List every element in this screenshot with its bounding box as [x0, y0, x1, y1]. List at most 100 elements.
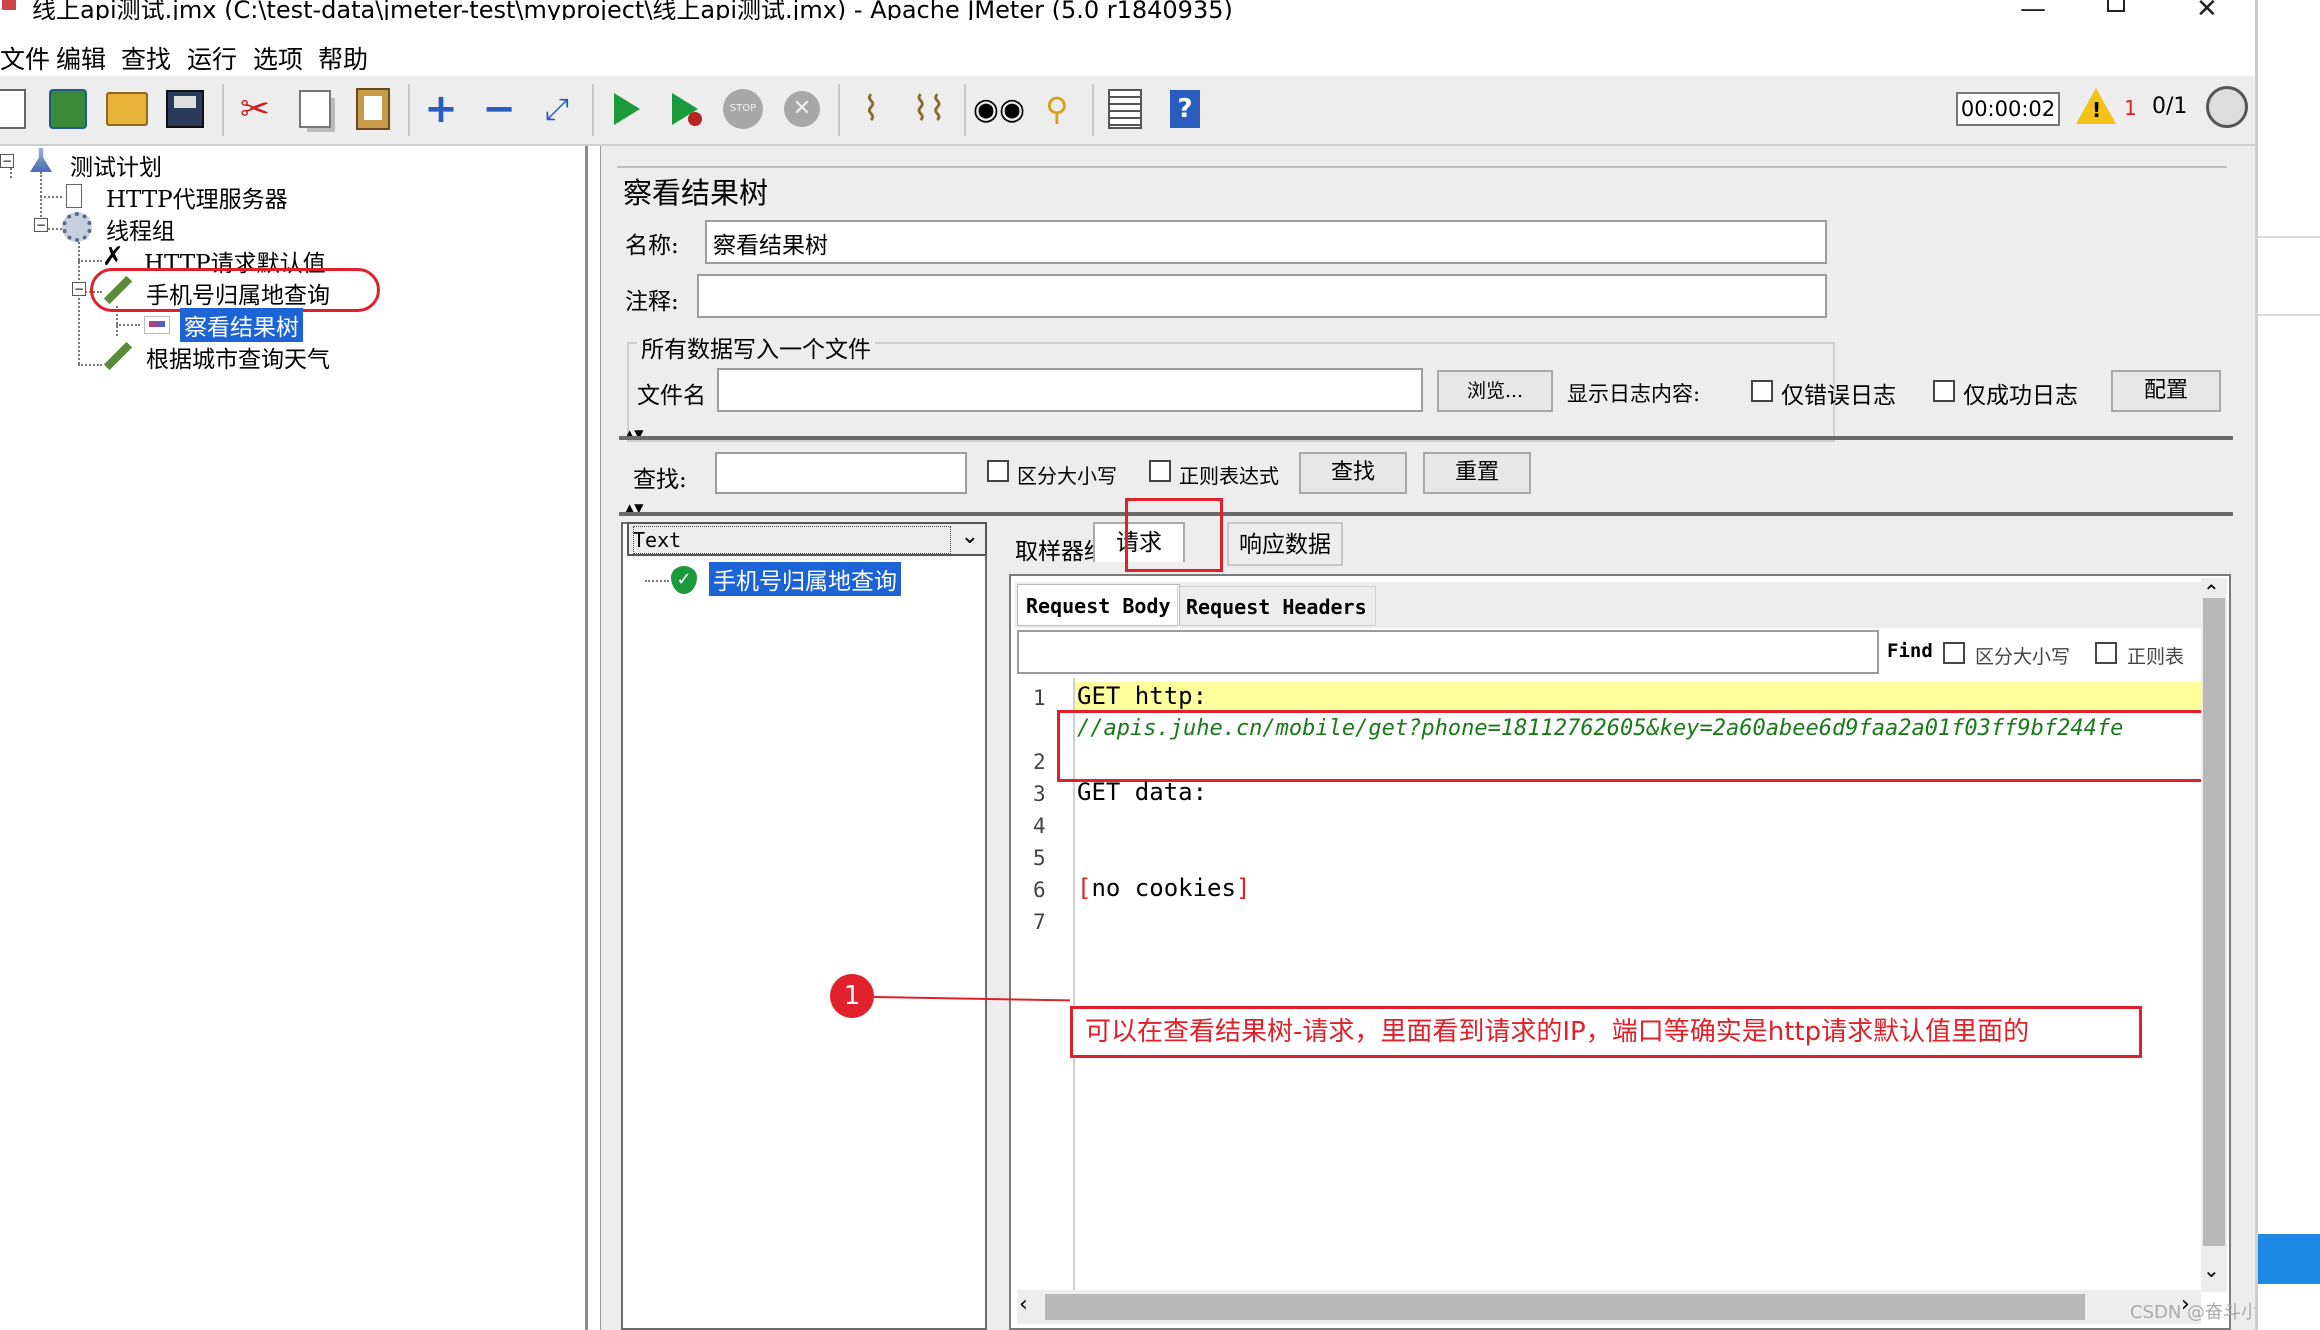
- browse-button[interactable]: 浏览...: [1437, 370, 1553, 412]
- vertical-scroll-thumb[interactable]: [2203, 598, 2225, 1246]
- name-field[interactable]: 察看结果树: [705, 220, 1827, 264]
- tree-item-test-plan[interactable]: 测试计划: [70, 148, 162, 182]
- scroll-down-icon[interactable]: ⌄: [2203, 1258, 2220, 1282]
- toolbar-separator: [222, 84, 224, 136]
- file-group-title: 所有数据写入一个文件: [637, 330, 875, 364]
- errors-only-label: 仅错误日志: [1781, 383, 1896, 409]
- clear-icon[interactable]: ⌇: [848, 86, 894, 132]
- errors-only-checkbox[interactable]: [1751, 380, 1773, 402]
- shutdown-icon[interactable]: ✕: [779, 86, 825, 132]
- proxy-icon: [66, 184, 82, 208]
- menu-help[interactable]: 帮助: [318, 40, 368, 76]
- thread-group-icon: [62, 212, 92, 242]
- stop-icon[interactable]: STOP: [720, 86, 766, 132]
- tree-connector: [645, 580, 669, 582]
- maximize-icon[interactable]: [2107, 0, 2125, 12]
- vertical-splitter[interactable]: [987, 522, 997, 1330]
- panel-title: 察看结果树: [623, 176, 769, 210]
- toolbar-separator: [592, 84, 594, 136]
- copy-icon[interactable]: [292, 86, 338, 132]
- toolbar-separator: [1092, 84, 1094, 136]
- renderer-select[interactable]: Text ⌄: [627, 522, 987, 556]
- name-value: 察看结果树: [713, 233, 828, 259]
- collapse-toggle-icon[interactable]: −: [34, 218, 48, 232]
- tree-item-view-results-tree[interactable]: 察看结果树: [180, 308, 303, 342]
- minimize-icon[interactable]: —: [2020, 0, 2046, 20]
- scroll-left-icon[interactable]: ‹: [1019, 1292, 1028, 1317]
- subtab-request-headers[interactable]: Request Headers: [1177, 586, 1376, 626]
- menu-bar: 文件 编辑 查找 运行 选项 帮助: [0, 34, 2255, 74]
- test-plan-tree: − − − 测试计划 HTTP代理服务器 线程组 ✗ HTTP请求默认值 手机号…: [0, 146, 588, 1330]
- line-number: 5: [1033, 846, 1046, 870]
- title-bar: 线上api测试.jmx (C:\test-data\jmeter-test\my…: [0, 0, 2255, 20]
- collapse-toggle-icon[interactable]: −: [72, 282, 86, 296]
- line-number: 4: [1033, 814, 1046, 838]
- reset-search-icon[interactable]: ⚲: [1034, 86, 1080, 132]
- menu-options[interactable]: 选项: [253, 40, 303, 76]
- remote-status-icon: [2206, 86, 2248, 128]
- code-line-1: GET http:: [1077, 682, 1208, 710]
- line-number: 6: [1033, 878, 1046, 902]
- tree-connector: [78, 364, 102, 366]
- annotation-box-tab: [1125, 498, 1223, 572]
- new-icon[interactable]: [0, 86, 32, 132]
- templates-icon[interactable]: [45, 86, 91, 132]
- clear-all-icon[interactable]: ⌇⌇: [906, 86, 952, 132]
- tab-response-data[interactable]: 响应数据: [1227, 522, 1343, 566]
- search-input[interactable]: [715, 452, 967, 494]
- find-case-checkbox[interactable]: [1943, 642, 1965, 664]
- menu-run[interactable]: 运行: [187, 40, 237, 76]
- case-sensitive-checkbox[interactable]: [987, 460, 1009, 482]
- splitter[interactable]: [619, 512, 2233, 516]
- function-helper-icon[interactable]: [1102, 86, 1148, 132]
- tree-connector: [116, 324, 140, 326]
- collapse-icon[interactable]: −: [476, 86, 522, 132]
- case-sensitive-label: 区分大小写: [1017, 464, 1117, 488]
- success-only-checkbox[interactable]: [1933, 380, 1955, 402]
- line-number: 2: [1033, 750, 1046, 774]
- find-regex-checkbox[interactable]: [2095, 642, 2117, 664]
- search-icon[interactable]: ◉◉: [973, 86, 1025, 132]
- start-no-timers-icon[interactable]: [662, 86, 708, 132]
- menu-file[interactable]: 文件: [0, 40, 50, 76]
- comment-field[interactable]: [697, 274, 1827, 318]
- find-input[interactable]: [1017, 630, 1879, 674]
- save-icon[interactable]: [162, 86, 208, 132]
- expand-icon[interactable]: +: [418, 86, 464, 132]
- regex-checkbox[interactable]: [1149, 460, 1171, 482]
- tree-item-http-proxy[interactable]: HTTP代理服务器: [106, 180, 288, 214]
- start-icon[interactable]: [604, 86, 650, 132]
- subtab-request-body[interactable]: Request Body: [1017, 584, 1180, 626]
- cut-icon[interactable]: ✂: [232, 86, 278, 132]
- chevron-down-icon: ⌄: [960, 524, 979, 549]
- close-icon[interactable]: ✕: [2196, 0, 2218, 20]
- tree-connector: [40, 196, 62, 198]
- warning-mark: !: [2092, 98, 2102, 122]
- tree-item-weather-lookup[interactable]: 根据城市查询天气: [146, 340, 330, 374]
- results-list: [621, 522, 987, 1330]
- background-window-edge: [2255, 0, 2320, 1330]
- warning-count: 1: [2124, 96, 2137, 120]
- find-button[interactable]: 查找: [1299, 452, 1407, 494]
- help-icon[interactable]: ?: [1162, 86, 1208, 132]
- annotation-callout: 可以在查看结果树-请求，里面看到请求的IP，端口等确实是http请求默认值里面的: [1070, 1006, 2142, 1058]
- line-number: 1: [1033, 686, 1046, 710]
- menu-edit[interactable]: 编辑: [56, 40, 106, 76]
- paste-icon[interactable]: [350, 86, 396, 132]
- collapse-toggle-icon[interactable]: −: [0, 154, 14, 168]
- toggle-icon[interactable]: ⤢: [534, 86, 580, 132]
- splitter[interactable]: [619, 436, 2233, 440]
- open-icon[interactable]: [104, 86, 150, 132]
- bracket-close: ]: [1235, 874, 1251, 902]
- reset-button[interactable]: 重置: [1423, 452, 1531, 494]
- configure-button[interactable]: 配置: [2111, 370, 2221, 412]
- filename-field[interactable]: [717, 368, 1423, 412]
- menu-search[interactable]: 查找: [121, 40, 171, 76]
- toolbar-separator: [838, 84, 840, 136]
- tree-item-thread-group[interactable]: 线程组: [106, 212, 175, 246]
- result-sample-item[interactable]: 手机号归属地查询: [709, 562, 901, 596]
- divider: [617, 166, 2227, 168]
- find-label: Find: [1887, 640, 1933, 662]
- horizontal-scroll-thumb[interactable]: [1045, 1294, 2085, 1320]
- code-line-3: GET data:: [1077, 778, 1208, 806]
